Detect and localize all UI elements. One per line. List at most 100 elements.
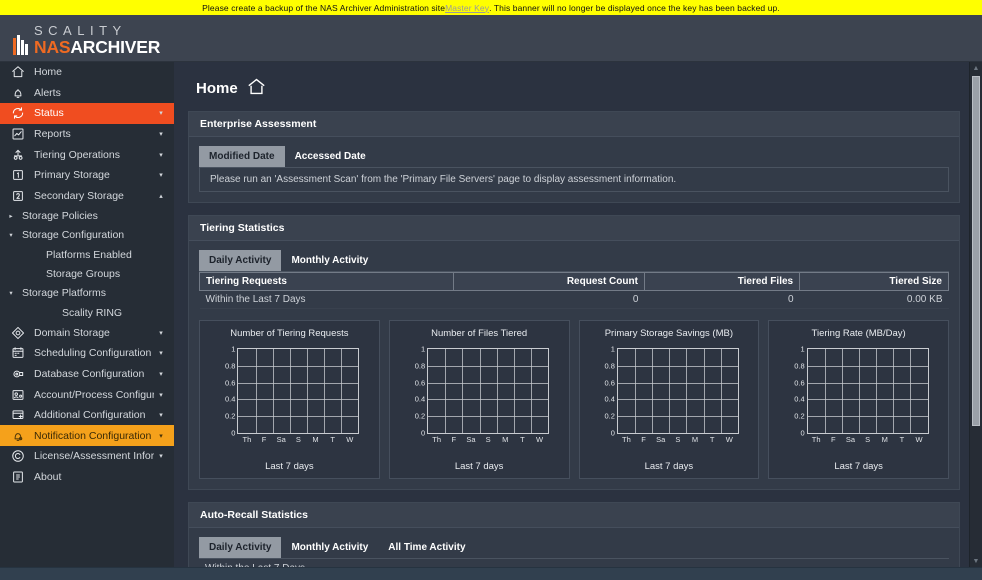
home-icon xyxy=(247,78,266,99)
chart-footer-label: Last 7 days xyxy=(834,461,883,472)
column-header[interactable]: Tiered Size xyxy=(799,272,949,291)
sidebar-nav[interactable]: Home Alerts Status ▾ Reports ▾ Tiering Operati… xyxy=(0,62,174,567)
chevron-down-icon[interactable]: ▾ xyxy=(154,411,168,419)
chevron-down-icon[interactable]: ▾ xyxy=(154,171,168,179)
tab-monthly-activity[interactable]: Monthly Activity xyxy=(281,250,378,271)
sidebar-item-primary-storage[interactable]: Primary Storage ▾ xyxy=(0,165,174,186)
gridline-vertical xyxy=(720,349,722,433)
gridline-vertical xyxy=(893,349,895,433)
tab-daily-activity[interactable]: Daily Activity xyxy=(199,250,282,271)
y-axis-tick-label: 1 xyxy=(610,344,615,354)
y-axis-tick-label: 0 xyxy=(800,428,805,438)
sidebar-item-notification-configuration[interactable]: Notification Configuration ▾ xyxy=(0,425,174,447)
tiering-statistics-heading: Tiering Statistics xyxy=(189,216,959,241)
tab-daily-activity[interactable]: Daily Activity xyxy=(199,537,282,558)
sidebar-item-additional-configuration[interactable]: Additional Configuration ▾ xyxy=(0,405,174,426)
sidebar-subitem-label: Storage Configuration xyxy=(22,229,125,242)
sidebar-item-label: Alerts xyxy=(34,86,61,99)
chart-primary-storage-savings-mb: Primary Storage Savings (MB) 0 0.2 0.4 0.6 0.… xyxy=(578,320,760,479)
chevron-right-icon[interactable]: ▸ xyxy=(0,212,22,220)
master-key-link[interactable]: Master Key xyxy=(445,3,489,13)
account-icon xyxy=(10,387,25,402)
sidebar-item-label: Secondary Storage xyxy=(34,189,124,202)
sidebar-item-account-process-configuration[interactable]: Account/Process Configuration▾ xyxy=(0,384,174,405)
sidebar-item-reports[interactable]: Reports ▾ xyxy=(0,124,174,145)
sidebar-subitem-storage-platforms[interactable]: ▾ Storage Platforms xyxy=(0,284,174,303)
gridline-vertical xyxy=(824,349,826,433)
chart-title: Number of Files Tiered xyxy=(431,328,528,339)
sidebar-item-status[interactable]: Status ▾ xyxy=(0,103,174,124)
y-axis-tick-label: 1 xyxy=(800,344,805,354)
sidebar-item-label: Tiering Operations xyxy=(34,148,120,161)
sidebar-subitem-storage-policies[interactable]: ▸ Storage Policies xyxy=(0,206,174,225)
sidebar-subitem-scality-ring[interactable]: Scality RING xyxy=(0,303,174,322)
y-axis-tick-label: 0.4 xyxy=(224,394,236,404)
chevron-down-icon[interactable]: ▾ xyxy=(154,432,168,440)
y-axis-tick-label: 0.8 xyxy=(224,361,236,371)
banner-text-after: . This banner will no longer be displaye… xyxy=(489,2,780,13)
scroll-down-arrow-icon[interactable]: ▼ xyxy=(970,555,982,567)
chart-footer-label: Last 7 days xyxy=(644,461,694,472)
app-header: SCALITY NASARCHIVER xyxy=(0,15,982,62)
sidebar-item-home[interactable]: Home xyxy=(0,62,174,83)
column-header[interactable]: Request Count xyxy=(453,272,645,291)
tab-monthly-activity[interactable]: Monthly Activity xyxy=(281,537,378,558)
scroll-up-arrow-icon[interactable]: ▲ xyxy=(970,62,982,74)
sidebar-subitem-storage-groups[interactable]: Storage Groups xyxy=(0,264,174,283)
chevron-down-icon[interactable]: ▾ xyxy=(154,370,168,378)
enterprise-assessment-heading: Enterprise Assessment xyxy=(189,112,959,137)
x-axis-tick-label: T xyxy=(709,435,715,444)
chevron-down-icon[interactable]: ▾ xyxy=(154,349,168,357)
x-axis-tick-label: Th xyxy=(242,435,252,444)
page-title: Home xyxy=(196,78,960,99)
sidebar-item-scheduling-configuration[interactable]: Scheduling Configuration ▾ xyxy=(0,343,174,364)
chevron-down-icon[interactable]: ▾ xyxy=(154,151,168,159)
chart-tiering-rate-mb-day: Tiering Rate (MB/Day) 0 0.2 0.4 0.6 0.8 1 Th F Sa… xyxy=(768,320,949,479)
sidebar-item-tiering-operations[interactable]: Tiering Operations ▾ xyxy=(0,144,174,165)
banner-text-before: Please create a backup of the NAS Archiv… xyxy=(202,2,446,13)
enterprise-assessment-tabs[interactable]: Modified Date Accessed Date xyxy=(199,146,949,168)
chevron-down-icon[interactable]: ▾ xyxy=(154,391,168,399)
scrollbar-thumb[interactable] xyxy=(972,76,980,426)
main-vertical-scrollbar[interactable]: ▲ ▼ xyxy=(969,62,982,567)
auto-recall-tabs[interactable]: Daily Activity Monthly Activity All Time A… xyxy=(199,537,949,559)
info-icon xyxy=(10,469,25,484)
sidebar-item-license-assessment-information[interactable]: License/Assessment Information▾ xyxy=(0,446,174,467)
sidebar-item-alerts[interactable]: Alerts xyxy=(0,83,174,104)
tab-all-time-activity[interactable]: All Time Activity xyxy=(378,537,475,558)
chevron-down-icon[interactable]: ▾ xyxy=(0,231,22,239)
chevron-down-icon[interactable]: ▾ xyxy=(154,329,168,337)
tab-accessed-date[interactable]: Accessed Date xyxy=(285,146,376,167)
table-cell: 0.00 KB xyxy=(799,290,949,309)
sidebar-subitem-storage-configuration[interactable]: ▾ Storage Configuration xyxy=(0,226,174,245)
bell-icon xyxy=(10,85,25,100)
y-axis-tick-label: 0.8 xyxy=(604,361,615,371)
sidebar-item-domain-storage[interactable]: Domain Storage ▾ xyxy=(0,323,174,344)
number-two-icon xyxy=(10,188,25,203)
bell-gear-icon xyxy=(10,428,25,443)
tiering-statistics-tabs[interactable]: Daily Activity Monthly Activity xyxy=(199,250,949,272)
chevron-up-icon[interactable]: ▴ xyxy=(154,192,168,200)
chevron-down-icon[interactable]: ▾ xyxy=(0,289,22,297)
sidebar-item-label: Home xyxy=(34,66,63,79)
master-key-backup-banner: Please create a backup of the NAS Archiv… xyxy=(0,0,982,15)
x-axis-tick-label: T xyxy=(330,435,335,444)
tab-modified-date[interactable]: Modified Date xyxy=(199,146,285,167)
chart-number-of-tiering-requests: Number of Tiering Requests 0 0.2 0.4 0.6 0.8 1… xyxy=(199,320,380,479)
sidebar-item-database-configuration[interactable]: Database Configuration ▾ xyxy=(0,364,174,385)
chevron-down-icon[interactable]: ▾ xyxy=(154,109,168,117)
sidebar-item-secondary-storage[interactable]: Secondary Storage ▴ xyxy=(0,186,174,207)
sidebar-subitem-label: Storage Groups xyxy=(46,268,121,281)
enterprise-assessment-message: Please run an 'Assessment Scan' from the… xyxy=(199,168,949,192)
x-axis-tick-label: F xyxy=(451,435,457,444)
column-header[interactable]: Tiering Requests xyxy=(198,272,455,291)
y-axis-tick-label: 0.4 xyxy=(414,394,426,404)
chevron-down-icon[interactable]: ▾ xyxy=(154,452,168,460)
sidebar-item-label: Notification Configuration xyxy=(34,429,152,442)
sidebar-item-label: Database Configuration xyxy=(34,367,145,380)
sidebar-subitem-platforms-enabled[interactable]: Platforms Enabled xyxy=(0,245,174,264)
chevron-down-icon[interactable]: ▾ xyxy=(154,130,168,138)
column-header[interactable]: Tiered Files xyxy=(643,272,801,291)
y-axis-tick-label: 1 xyxy=(231,344,236,354)
sidebar-item-about[interactable]: About xyxy=(0,467,174,488)
